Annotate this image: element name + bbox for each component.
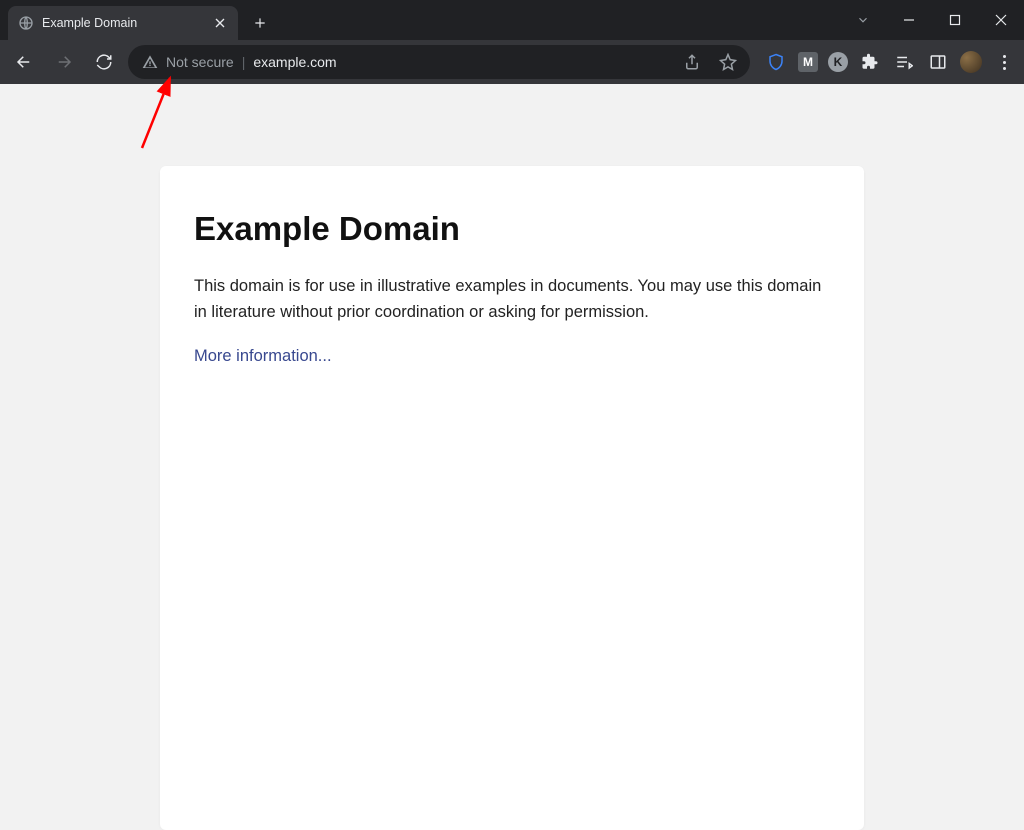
page-heading: Example Domain xyxy=(194,210,830,248)
back-button[interactable] xyxy=(8,46,40,78)
profile-avatar[interactable] xyxy=(960,51,982,73)
address-bar[interactable]: Not secure | example.com xyxy=(128,45,750,79)
new-tab-button[interactable] xyxy=(246,9,274,37)
globe-icon xyxy=(18,15,34,31)
m-extension-icon[interactable]: M xyxy=(798,52,818,72)
security-status-label: Not secure xyxy=(166,54,234,70)
bookmark-star-icon[interactable] xyxy=(714,48,742,76)
extension-icons: M K xyxy=(764,46,1016,78)
playlist-extension-icon[interactable] xyxy=(892,50,916,74)
content-card: Example Domain This domain is for use in… xyxy=(160,166,864,830)
sidepanel-icon[interactable] xyxy=(926,50,950,74)
tab-title: Example Domain xyxy=(42,16,204,30)
window-controls xyxy=(840,0,1024,40)
url-text: example.com xyxy=(253,54,670,70)
more-info-link[interactable]: More information... xyxy=(194,347,332,365)
window-titlebar: Example Domain xyxy=(0,0,1024,40)
browser-tab[interactable]: Example Domain xyxy=(8,6,238,40)
k-extension-icon[interactable]: K xyxy=(828,52,848,72)
warning-icon[interactable] xyxy=(142,54,158,70)
tabs-area: Example Domain xyxy=(8,0,274,40)
minimize-button[interactable] xyxy=(886,0,932,40)
reload-button[interactable] xyxy=(88,46,120,78)
page-paragraph: This domain is for use in illustrative e… xyxy=(194,274,830,325)
close-tab-icon[interactable] xyxy=(212,15,228,31)
page-viewport: Example Domain This domain is for use in… xyxy=(0,84,1024,830)
close-window-button[interactable] xyxy=(978,0,1024,40)
chrome-menu-button[interactable] xyxy=(992,46,1016,78)
separator: | xyxy=(242,54,246,70)
maximize-button[interactable] xyxy=(932,0,978,40)
browser-toolbar: Not secure | example.com M K xyxy=(0,40,1024,84)
forward-button[interactable] xyxy=(48,46,80,78)
tab-search-icon[interactable] xyxy=(840,0,886,40)
extensions-puzzle-icon[interactable] xyxy=(858,50,882,74)
shield-extension-icon[interactable] xyxy=(764,50,788,74)
share-icon[interactable] xyxy=(678,48,706,76)
